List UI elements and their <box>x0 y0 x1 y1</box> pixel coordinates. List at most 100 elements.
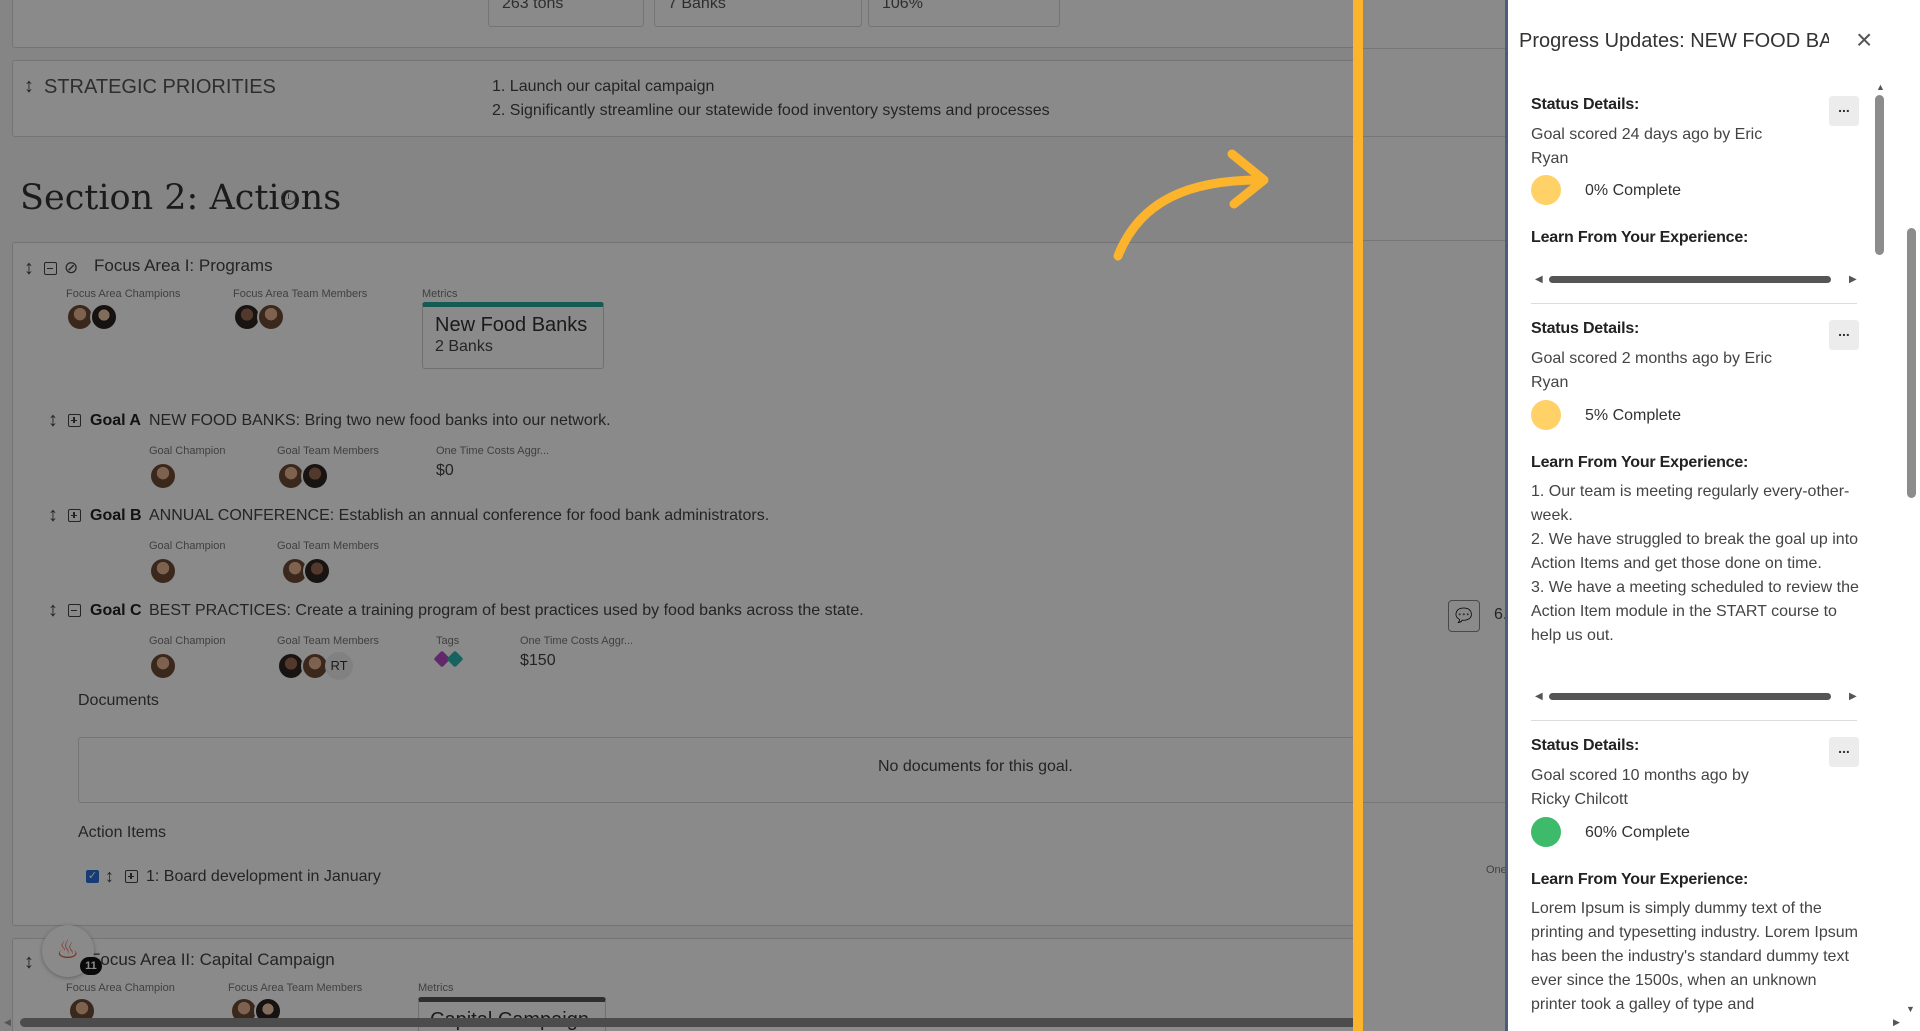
right-column: 💬 6. One <box>1360 0 1508 1031</box>
one-time-costs-label: One Time Costs Aggr... <box>520 635 634 647</box>
scored-text: Goal scored 24 days ago by Eric Ryan <box>1531 126 1763 167</box>
action-items-label: Action Items <box>78 824 167 841</box>
focus-area-1-box <box>12 242 1360 926</box>
info-icon[interactable]: i <box>281 190 296 205</box>
action-item-checkbox[interactable]: ✓ <box>86 870 99 883</box>
percent-complete: 0% Complete <box>1585 182 1682 199</box>
goal-champion-label: Goal Champion <box>149 540 226 552</box>
avatar[interactable] <box>257 303 285 331</box>
goal-b-code: Goal B <box>90 507 142 524</box>
strategic-priorities-title: STRATEGIC PRIORITIES <box>44 76 276 98</box>
yellow-divider <box>1353 0 1363 1031</box>
page-scroll-right-icon[interactable]: ▶ <box>1893 1017 1900 1028</box>
tags-label: Tags <box>436 635 460 647</box>
drag-handle-icon[interactable]: ↕ <box>105 867 114 885</box>
page-scroll-left-icon[interactable]: ◀ <box>4 1017 11 1028</box>
avatar-initials[interactable]: RT <box>325 652 353 680</box>
drag-handle-icon[interactable]: ↕ <box>48 410 58 430</box>
avatar[interactable] <box>149 462 177 490</box>
expand-icon[interactable] <box>125 870 138 883</box>
panel-scroll-up-icon[interactable]: ▲ <box>1876 82 1885 92</box>
strip-rule <box>1360 802 1508 803</box>
focus-area-team-label: Focus Area Team Members <box>228 982 363 994</box>
action-item-text[interactable]: 1: Board development in January <box>146 868 381 886</box>
scroll-left-icon[interactable]: ◀ <box>1535 274 1543 285</box>
strip-rule <box>1360 136 1508 137</box>
scroll-thumb[interactable] <box>1549 693 1831 700</box>
status-dot <box>1531 400 1561 430</box>
expand-icon[interactable] <box>68 414 81 427</box>
learn-label: Learn From Your Experience: <box>1531 871 1749 888</box>
notification-badge[interactable]: 11 <box>80 957 102 975</box>
focus-area-1-title: Focus Area I: Programs <box>94 256 273 275</box>
goal-champion-label: Goal Champion <box>149 445 226 457</box>
drag-handle-icon[interactable]: ↕ <box>48 505 58 525</box>
panel-title: Progress Updates: NEW FOOD BANKS <box>1519 30 1829 52</box>
metric-chip-1-value: 263 tons <box>502 0 564 12</box>
scroll-right-icon[interactable]: ▶ <box>1849 691 1857 702</box>
strategic-priority-2: 2. Significantly streamline our statewid… <box>492 102 1050 119</box>
learn-scrollbar[interactable]: ◀ ▶ <box>1535 689 1865 703</box>
hidden-eye-icon[interactable]: ⊘ <box>64 258 78 278</box>
status-dot <box>1531 175 1561 205</box>
more-options-button[interactable]: ... <box>1829 96 1859 126</box>
drag-handle-icon[interactable]: ↕ <box>24 76 34 96</box>
documents-empty-box <box>78 737 1360 803</box>
pointer-arrow-icon <box>1113 149 1269 261</box>
page-vertical-scrollbar[interactable] <box>1907 228 1916 498</box>
learn-label: Learn From Your Experience: <box>1531 454 1749 471</box>
flame-icon: ♨ <box>56 934 80 964</box>
avatar[interactable] <box>149 557 177 585</box>
more-options-button[interactable]: ... <box>1829 737 1859 767</box>
avatar[interactable] <box>90 303 118 331</box>
goal-team-label: Goal Team Members <box>277 445 379 457</box>
avatar[interactable] <box>303 557 331 585</box>
avatar[interactable] <box>301 462 329 490</box>
status-details-label: Status Details: <box>1531 96 1640 113</box>
focus-area-2-title: Focus Area II: Capital Campaign <box>90 950 335 969</box>
learn-text: Lorem Ipsum is simply dummy text of the … <box>1531 900 1858 1013</box>
scroll-right-icon[interactable]: ▶ <box>1849 274 1857 285</box>
learn-label: Learn From Your Experience: <box>1531 229 1749 246</box>
expand-icon[interactable] <box>68 509 81 522</box>
status-details-label: Status Details: <box>1531 320 1640 337</box>
scroll-thumb[interactable] <box>1549 276 1831 283</box>
status-dot <box>1531 817 1561 847</box>
metric-card-value: 2 Banks <box>435 338 493 355</box>
one-truncated-label: One <box>1486 864 1507 876</box>
page-scroll-down-icon[interactable]: ▼ <box>1906 1004 1915 1014</box>
comment-icon[interactable]: 💬 <box>1448 600 1480 632</box>
collapse-icon[interactable] <box>44 262 57 275</box>
update-separator <box>1531 303 1857 304</box>
app-window: 263 tons 7 Banks 106% ↕ STRATEGIC PRIORI… <box>0 0 1920 1031</box>
close-icon[interactable]: × <box>1856 26 1872 54</box>
percent-complete: 5% Complete <box>1585 407 1682 424</box>
scored-text: Goal scored 10 months ago by Ricky Chilc… <box>1531 767 1749 808</box>
panel-vertical-scrollbar[interactable] <box>1875 95 1884 255</box>
drag-handle-icon[interactable]: ↕ <box>24 258 34 278</box>
metric-chip-3-value: 106% <box>882 0 923 12</box>
documents-label: Documents <box>78 692 159 709</box>
learn-scrollbar[interactable]: ◀ ▶ <box>1535 272 1865 286</box>
metric-card-name: New Food Banks <box>435 314 588 336</box>
horizontal-scrollbar[interactable] <box>20 1018 1360 1027</box>
scroll-left-icon[interactable]: ◀ <box>1535 691 1543 702</box>
status-details-label: Status Details: <box>1531 737 1640 754</box>
scored-text: Goal scored 2 months ago by Eric Ryan <box>1531 350 1773 391</box>
collapse-icon[interactable] <box>68 604 81 617</box>
goal-team-label: Goal Team Members <box>277 635 379 647</box>
update-separator <box>1531 720 1857 721</box>
one-time-costs-value: $0 <box>436 462 454 479</box>
more-options-button[interactable]: ... <box>1829 320 1859 350</box>
goal-b-text[interactable]: ANNUAL CONFERENCE: Establish an annual c… <box>149 507 769 525</box>
focus-area-champions-label: Focus Area Champions <box>66 288 181 300</box>
metrics-label: Metrics <box>422 288 458 300</box>
drag-handle-icon[interactable]: ↕ <box>48 600 58 620</box>
metric-chip-2-value: 7 Banks <box>668 0 726 12</box>
goal-a-text[interactable]: NEW FOOD BANKS: Bring two new food banks… <box>149 412 611 430</box>
goal-c-text[interactable]: BEST PRACTICES: Create a training progra… <box>149 602 864 620</box>
avatar[interactable] <box>149 652 177 680</box>
drag-handle-icon[interactable]: ↕ <box>24 952 34 972</box>
metrics-label: Metrics <box>418 982 454 994</box>
strip-rule <box>1360 48 1508 49</box>
